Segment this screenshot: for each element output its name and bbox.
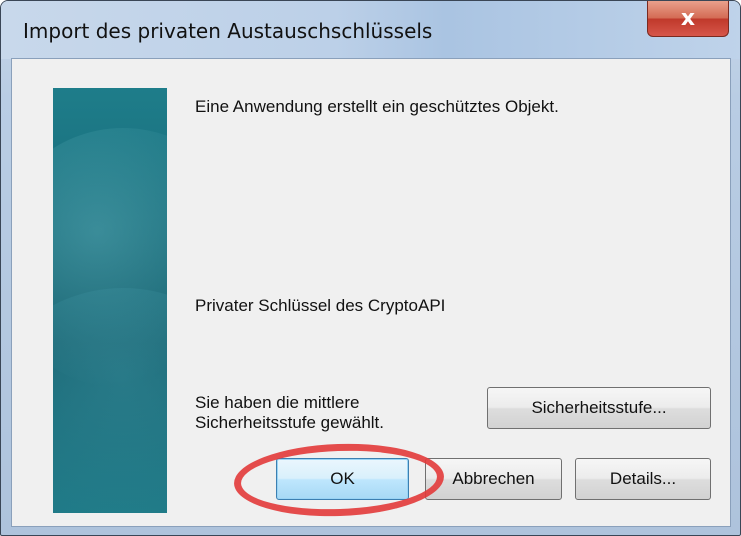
title-bar[interactable]: Import des privaten Austauschschlüssels … <box>1 1 740 59</box>
decorative-side-panel <box>53 88 167 513</box>
dialog-window: Import des privaten Austauschschlüssels … <box>0 0 741 536</box>
ok-button[interactable]: OK <box>276 458 409 500</box>
window-title: Import des privaten Austauschschlüssels <box>23 19 433 43</box>
dialog-content: Eine Anwendung erstellt ein geschütztes … <box>11 58 731 527</box>
details-button[interactable]: Details... <box>575 458 711 500</box>
message-main: Eine Anwendung erstellt ein geschütztes … <box>195 97 559 116</box>
close-icon: x <box>680 6 696 31</box>
cancel-button[interactable]: Abbrechen <box>425 458 562 500</box>
message-key-name: Privater Schlüssel des CryptoAPI <box>195 296 446 315</box>
security-level-button[interactable]: Sicherheitsstufe... <box>487 387 711 429</box>
close-button[interactable]: x <box>647 1 729 37</box>
message-security-level: Sie haben die mittlere Sicherheitsstufe … <box>195 393 384 432</box>
